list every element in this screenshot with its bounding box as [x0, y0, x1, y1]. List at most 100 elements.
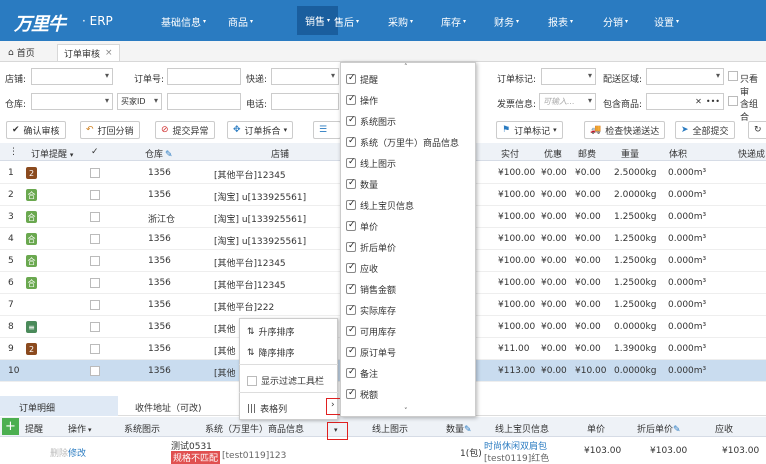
- menu-item-columns[interactable]: ||| 表格列: [247, 402, 287, 416]
- include-goods-input[interactable]: ✕ •••: [646, 93, 724, 110]
- edit-link[interactable]: 修改: [68, 449, 86, 459]
- filter-toolbar-checkbox[interactable]: [247, 375, 257, 386]
- nav-settings[interactable]: 设置 ▾: [654, 14, 679, 29]
- nav-inventory[interactable]: 库存 ▾: [441, 14, 466, 29]
- row-menu-icon[interactable]: ⋮: [9, 147, 18, 157]
- column-option[interactable]: 销售金额: [346, 283, 396, 296]
- nav-finance[interactable]: 财务 ▾: [494, 14, 519, 29]
- delete-link[interactable]: 删除: [50, 449, 68, 459]
- col-header-shop[interactable]: 店铺: [271, 147, 289, 160]
- column-option[interactable]: 应收: [346, 262, 378, 275]
- detail-col-disc-price[interactable]: 折后单价✎: [637, 422, 681, 435]
- more-icon[interactable]: •••: [706, 97, 720, 106]
- column-option[interactable]: 系统（万里牛）商品信息: [346, 136, 459, 149]
- select-all-check[interactable]: ✓: [91, 147, 99, 157]
- row-checkbox[interactable]: [90, 366, 100, 376]
- column-checkbox[interactable]: [346, 241, 356, 252]
- column-checkbox[interactable]: [346, 325, 356, 336]
- column-checkbox[interactable]: [346, 115, 356, 126]
- column-checkbox[interactable]: [346, 367, 356, 378]
- column-option[interactable]: 实际库存: [346, 304, 396, 317]
- column-option[interactable]: 单价: [346, 220, 378, 233]
- scroll-down-icon[interactable]: ˅: [404, 407, 408, 415]
- order-no-input[interactable]: [167, 68, 241, 85]
- column-option[interactable]: 折后单价: [346, 241, 396, 254]
- column-option[interactable]: 数量: [346, 178, 378, 191]
- tab-order-review[interactable]: 订单审核 ×: [57, 44, 120, 61]
- tab-order-detail[interactable]: [0, 396, 118, 416]
- menu-item-sort-desc[interactable]: ⇅ 降序排序: [247, 346, 295, 360]
- chevron-down-icon[interactable]: ▾: [334, 426, 338, 434]
- column-option[interactable]: 提醒: [346, 73, 378, 86]
- column-checkbox[interactable]: [346, 178, 356, 189]
- menu-item-filter-toolbar[interactable]: 显示过滤工具栏: [247, 374, 324, 387]
- column-checkbox[interactable]: [346, 199, 356, 210]
- detail-col-qty[interactable]: 数量✎: [446, 422, 472, 435]
- shop-select[interactable]: [31, 68, 113, 85]
- detail-col-remind[interactable]: 提醒: [25, 422, 43, 435]
- row-checkbox[interactable]: [90, 256, 100, 266]
- col-header-paid[interactable]: 实付: [501, 147, 519, 160]
- column-checkbox[interactable]: [346, 346, 356, 357]
- refresh-button[interactable]: ↻: [748, 121, 766, 139]
- warehouse-select[interactable]: [31, 93, 113, 110]
- row-checkbox[interactable]: [90, 234, 100, 244]
- column-option[interactable]: 原订单号: [346, 346, 396, 359]
- list-button[interactable]: ☰: [313, 121, 341, 139]
- phone-input[interactable]: [271, 93, 339, 110]
- row-checkbox[interactable]: [90, 322, 100, 332]
- submit-exception-button[interactable]: ⊘ 提交异常: [155, 121, 215, 139]
- column-option[interactable]: 系统图示: [346, 115, 396, 128]
- column-option[interactable]: 线上宝贝信息: [346, 199, 414, 212]
- col-header-postage[interactable]: 邮费: [578, 147, 596, 160]
- add-icon[interactable]: +: [2, 418, 19, 435]
- nav-sales[interactable]: 销售 ▾: [297, 6, 339, 35]
- row-checkbox[interactable]: [90, 344, 100, 354]
- row-checkbox[interactable]: [90, 300, 100, 310]
- column-checkbox[interactable]: [346, 283, 356, 294]
- column-checkbox[interactable]: [346, 94, 356, 105]
- nav-aftersale[interactable]: 售后 ▾: [334, 14, 359, 29]
- col-header-warehouse[interactable]: 仓库 ✎: [145, 147, 173, 160]
- col-header-discount[interactable]: 优惠: [544, 147, 562, 160]
- column-checkbox[interactable]: [346, 262, 356, 273]
- return-distribution-button[interactable]: ↶ 打回分销: [80, 121, 140, 139]
- column-option[interactable]: 可用库存: [346, 325, 396, 338]
- include-gift-checkbox[interactable]: [728, 96, 738, 106]
- check-express-button[interactable]: 🚚 检查快递送达: [584, 121, 666, 139]
- order-mark-button[interactable]: ⚑ 订单标记 ▾: [496, 121, 563, 139]
- buyer-id-input[interactable]: [167, 93, 241, 110]
- tab-address[interactable]: 收件地址（可改): [135, 401, 202, 414]
- close-icon[interactable]: ×: [105, 48, 113, 58]
- row-checkbox[interactable]: [90, 278, 100, 288]
- nav-distribution[interactable]: 分销 ▾: [603, 14, 628, 29]
- column-checkbox[interactable]: [346, 136, 356, 147]
- row-checkbox[interactable]: [90, 212, 100, 222]
- column-checkbox[interactable]: [346, 388, 356, 399]
- column-checkbox[interactable]: [346, 73, 356, 84]
- column-option[interactable]: 税额: [346, 388, 378, 401]
- col-header-volume[interactable]: 体积: [669, 147, 687, 160]
- order-mark-select[interactable]: [541, 68, 596, 85]
- row-checkbox[interactable]: [90, 168, 100, 178]
- submit-all-button[interactable]: ➤ 全部提交: [675, 121, 735, 139]
- clear-icon[interactable]: ✕: [695, 97, 702, 106]
- detail-col-op[interactable]: 操作 ▾: [68, 422, 92, 435]
- menu-item-sort-asc[interactable]: ⇅ 升序排序: [247, 325, 295, 339]
- detail-col-receivable[interactable]: 应收: [715, 422, 733, 435]
- column-checkbox[interactable]: [346, 157, 356, 168]
- column-option[interactable]: 备注: [346, 367, 378, 380]
- column-option[interactable]: 操作: [346, 94, 378, 107]
- column-checkbox[interactable]: [346, 220, 356, 231]
- only-view-checkbox[interactable]: [728, 71, 738, 81]
- detail-col-sys-img[interactable]: 系统图示: [124, 422, 160, 435]
- nav-reports[interactable]: 报表 ▾: [548, 14, 573, 29]
- express-select[interactable]: [271, 68, 339, 85]
- split-merge-button[interactable]: ✥ 订单拆合 ▾: [227, 121, 294, 139]
- nav-goods[interactable]: 商品 ▾: [228, 14, 253, 29]
- column-checkbox[interactable]: [346, 304, 356, 315]
- detail-col-online-info[interactable]: 线上宝贝信息: [495, 422, 549, 435]
- buyer-id-select[interactable]: 买家ID: [117, 93, 162, 110]
- nav-purchase[interactable]: 采购 ▾: [388, 14, 413, 29]
- col-header-express-cost[interactable]: 快递成: [738, 147, 765, 160]
